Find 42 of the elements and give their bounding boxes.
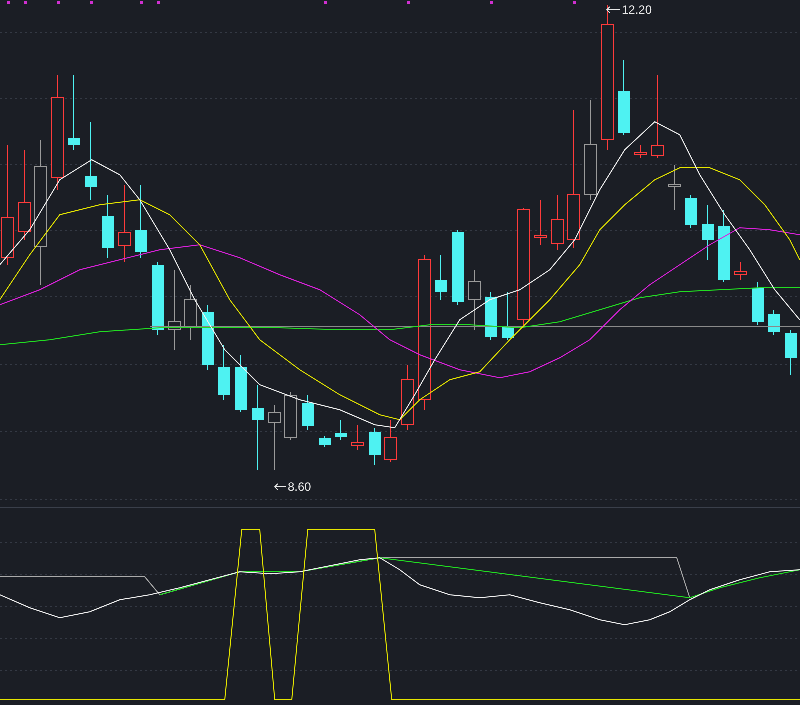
left-arrow-icon [274, 483, 286, 491]
signal-marker [157, 1, 160, 4]
candlestick [468, 270, 482, 330]
candlestick [502, 292, 514, 340]
candlestick [435, 254, 447, 300]
candlestick [369, 428, 381, 466]
candlestick [768, 310, 780, 336]
low-price-label: 8.60 [288, 480, 312, 494]
signal-marker [407, 1, 410, 4]
signal-marker [490, 1, 493, 4]
signal-marker [57, 1, 60, 4]
candlestick [734, 262, 748, 280]
signal-marker [24, 1, 27, 4]
high-price-label: 12.20 [622, 3, 652, 17]
candlestick [485, 292, 497, 340]
candlestick [685, 194, 697, 228]
candlestick [702, 204, 714, 260]
candlestick [552, 194, 564, 250]
signal-marker [90, 1, 93, 4]
candlestick [319, 436, 331, 448]
candlestick [235, 354, 247, 412]
candlestick [335, 420, 347, 440]
signal-marker [573, 1, 576, 4]
candlestick [534, 200, 548, 246]
candlestick [284, 392, 298, 440]
candlestick [752, 282, 764, 326]
candlestick [184, 284, 198, 340]
candlestick [634, 144, 648, 158]
candlestick [302, 394, 314, 430]
candlestick [384, 420, 398, 462]
candlestick [202, 304, 214, 370]
candlestick [218, 344, 230, 400]
candlestick [102, 194, 114, 258]
signal-marker [140, 1, 143, 4]
candlestick [352, 424, 364, 450]
candlestick [785, 330, 797, 376]
candlestick [402, 364, 414, 430]
candlestick [268, 404, 282, 470]
signal-marker [324, 1, 327, 4]
candlestick [668, 164, 682, 210]
left-arrow-icon [606, 6, 620, 14]
signal-marker [7, 1, 10, 4]
